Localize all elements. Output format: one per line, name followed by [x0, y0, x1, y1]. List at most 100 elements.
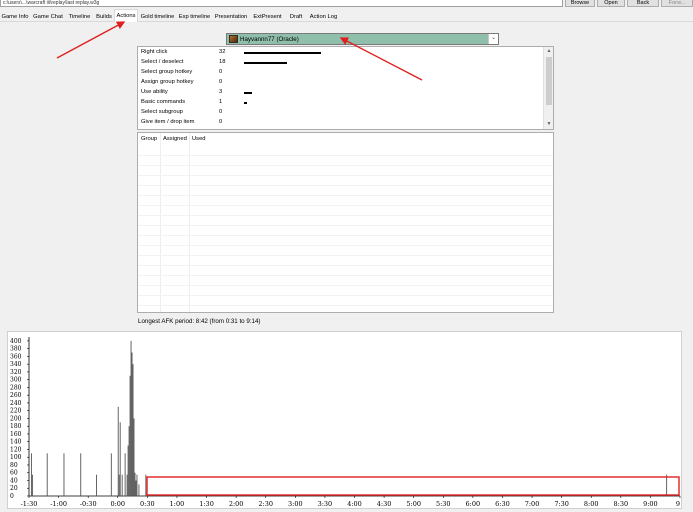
column-header-group[interactable]: Group: [141, 136, 157, 142]
action-count: 0: [219, 69, 223, 75]
chart-bar: [131, 352, 133, 496]
y-tick-label: 380: [10, 346, 22, 353]
chart-canvas: 0204060801001201401601802002202402602803…: [10, 337, 681, 508]
action-count: 1: [219, 99, 223, 105]
chart-bar: [118, 474, 120, 496]
tab-strip: Game Info Game Chat Timeline Builds Acti…: [0, 9, 693, 23]
actions-per-time-chart: 0 20 40 60 80 100 120 140 160 180 200 220 240 260 280 3…: [7, 331, 682, 509]
list-item: Assign group hotkey 0: [138, 78, 543, 88]
action-name: Basic commands: [141, 99, 186, 105]
player-select[interactable]: Hayvannn77 (Oracle) ⌄: [226, 33, 499, 45]
x-tick-label: 8:00: [584, 500, 599, 508]
action-count: 0: [219, 119, 223, 125]
x-tick-label: 9:00: [643, 500, 658, 508]
scroll-down-icon[interactable]: ▼: [544, 120, 553, 129]
action-name: Select / deselect: [141, 59, 184, 65]
chart-bar: [132, 364, 134, 496]
back-button[interactable]: Back: [627, 0, 659, 7]
column-divider: [189, 133, 190, 312]
action-stats-list[interactable]: Right click 32 Select / deselect 18 Sele…: [137, 46, 554, 130]
y-tick-label: 200: [10, 415, 22, 422]
list-item: Select / deselect 18: [138, 58, 543, 68]
tab-exp-timeline[interactable]: Exp timeline: [177, 11, 212, 22]
chart-bar: [127, 445, 129, 496]
action-name: Give item / drop item: [141, 119, 195, 125]
chart-bar: [117, 406, 119, 496]
y-tick-label: 240: [10, 400, 22, 407]
chart-bar: [110, 453, 112, 496]
tab-timeline[interactable]: Timeline: [66, 11, 93, 22]
action-count: 0: [219, 79, 223, 85]
y-tick-label: 260: [10, 392, 22, 399]
group-hotkeys-table[interactable]: Group Assigned Used: [137, 132, 554, 313]
action-count: 0: [219, 109, 223, 115]
column-header-used[interactable]: Used: [192, 136, 206, 142]
y-tick-label: 60: [10, 470, 18, 477]
table-row: [138, 175, 553, 176]
tab-actions[interactable]: Actions: [114, 9, 138, 23]
table-row: [138, 155, 553, 156]
chart-bar: [96, 474, 97, 496]
action-count: 3: [219, 89, 223, 95]
table-row: [138, 215, 553, 216]
browse-button[interactable]: Browse: [565, 0, 595, 7]
x-tick-label: 3:30: [318, 500, 333, 508]
x-tick-label: 9: [676, 500, 680, 508]
table-row: [138, 245, 553, 246]
y-tick-label: 160: [10, 431, 22, 438]
list-item: Right click 32: [138, 48, 543, 58]
x-tick-label: 7:30: [554, 500, 569, 508]
chart-bar: [126, 474, 128, 496]
scroll-up-icon[interactable]: ▲: [544, 47, 553, 56]
action-bar: [244, 92, 252, 94]
column-header-assigned[interactable]: Assigned: [163, 136, 187, 142]
table-header: Group Assigned Used: [138, 133, 553, 145]
chart-bar: [135, 480, 137, 496]
chart-bar: [80, 453, 82, 496]
chart-bar: [145, 474, 147, 496]
y-tick-label: 0: [10, 493, 14, 500]
table-row: [138, 205, 553, 206]
tab-extpresent[interactable]: ExtPresent: [250, 11, 285, 22]
x-tick-label: 0:00: [110, 500, 125, 508]
tab-presentation[interactable]: Presentation: [213, 11, 249, 22]
stats-scrollbar[interactable]: ▲ ▼: [543, 47, 553, 129]
list-item: Select subgroup 0: [138, 108, 543, 118]
tab-draft[interactable]: Draft: [286, 11, 306, 22]
action-count: 18: [219, 59, 226, 65]
list-item: Use ability 3: [138, 88, 543, 98]
longest-afk-label: Longest AFK period: 8:42 (from 0:31 to 9…: [138, 318, 261, 325]
chart-bar: [121, 474, 123, 496]
x-tick-label: 4:30: [377, 500, 392, 508]
toolbar: c:\users\...\warcraft iii\replay\last re…: [0, 0, 693, 9]
action-name: Use ability: [141, 89, 168, 95]
y-tick-label: 40: [10, 477, 18, 484]
tab-builds[interactable]: Builds: [94, 11, 114, 22]
x-tick-label: 1:30: [199, 500, 214, 508]
tab-action-log[interactable]: Action Log: [307, 11, 340, 22]
chevron-down-icon[interactable]: ⌄: [488, 34, 498, 44]
chart-bar: [124, 453, 126, 496]
list-item: Select group hotkey 0: [138, 68, 543, 78]
chart-bar: [134, 472, 136, 496]
action-name: Right click: [141, 49, 168, 55]
table-row: [138, 225, 553, 226]
tab-gold-timeline[interactable]: Gold timeline: [139, 11, 176, 22]
table-row: [138, 295, 553, 296]
x-tick-label: 3:00: [288, 500, 303, 508]
action-bar: [244, 62, 287, 64]
table-row: [138, 255, 553, 256]
table-row: [138, 305, 553, 306]
chart-bar: [30, 453, 32, 496]
chart-bar: [133, 418, 135, 496]
y-tick-label: 120: [10, 446, 22, 453]
x-tick-label: 8:30: [614, 500, 629, 508]
scroll-thumb[interactable]: [546, 57, 552, 105]
tab-game-info[interactable]: Game Info: [0, 11, 30, 22]
tab-game-chat[interactable]: Game Chat: [31, 11, 65, 22]
replay-path-field[interactable]: c:\users\...\warcraft iii\replay\last re…: [0, 0, 563, 7]
open-button[interactable]: Open: [597, 0, 625, 7]
forward-button[interactable]: Forw...: [661, 0, 693, 7]
list-item: Give item / drop item 0: [138, 118, 543, 128]
x-tick-label: 4:00: [347, 500, 362, 508]
